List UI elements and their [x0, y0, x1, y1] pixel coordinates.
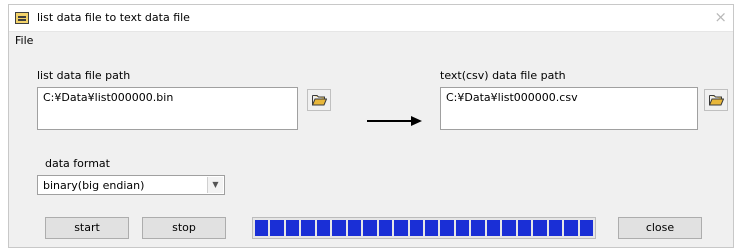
- source-path-label: list data file path: [37, 69, 131, 82]
- start-button[interactable]: start: [45, 217, 129, 239]
- right-arrow-icon: [367, 116, 422, 126]
- close-icon[interactable]: ×: [714, 8, 727, 26]
- source-browse-button[interactable]: [307, 89, 331, 111]
- dest-browse-button[interactable]: [704, 89, 728, 111]
- progress-segment: [332, 220, 346, 236]
- progress-segment: [517, 220, 532, 236]
- app-icon: [15, 12, 29, 24]
- dest-path-value: C:¥Data¥list000000.csv: [446, 91, 578, 104]
- progress-bar: [252, 217, 596, 239]
- progress-segment: [564, 220, 578, 236]
- progress-segment: [255, 220, 269, 236]
- menu-bar: File: [9, 32, 733, 50]
- progress-segment: [285, 220, 300, 236]
- dest-path-label: text(csv) data file path: [440, 69, 566, 82]
- folder-open-icon: [709, 95, 724, 106]
- progress-segment: [394, 220, 408, 236]
- data-format-value: binary(big endian): [43, 179, 145, 192]
- progress-segment: [502, 220, 516, 236]
- progress-segment: [409, 220, 423, 236]
- data-format-select[interactable]: binary(big endian) ▼: [37, 175, 225, 195]
- app-window: list data file to text data file × File …: [8, 4, 734, 248]
- progress-segment: [378, 220, 393, 236]
- chevron-down-icon[interactable]: ▼: [207, 177, 223, 193]
- progress-segment: [471, 220, 485, 236]
- progress-segment: [424, 220, 439, 236]
- progress-segment: [548, 220, 563, 236]
- progress-segment: [347, 220, 362, 236]
- source-path-field[interactable]: C:¥Data¥list000000.bin: [37, 87, 298, 130]
- source-path-value: C:¥Data¥list000000.bin: [43, 91, 174, 104]
- window-title: list data file to text data file: [37, 11, 190, 24]
- progress-segment: [579, 220, 593, 236]
- progress-segment: [440, 220, 454, 236]
- close-button[interactable]: close: [618, 217, 702, 239]
- progress-segment: [533, 220, 547, 236]
- title-bar: list data file to text data file ×: [9, 5, 733, 32]
- menu-file[interactable]: File: [15, 34, 33, 47]
- progress-segment: [363, 220, 377, 236]
- progress-segment: [301, 220, 315, 236]
- folder-open-icon: [312, 95, 327, 106]
- progress-segment: [270, 220, 284, 236]
- progress-segment: [455, 220, 470, 236]
- data-format-label: data format: [45, 157, 110, 170]
- progress-segment: [316, 220, 331, 236]
- progress-fill: [255, 220, 593, 236]
- progress-segment: [486, 220, 501, 236]
- dest-path-field[interactable]: C:¥Data¥list000000.csv: [440, 87, 698, 130]
- stop-button[interactable]: stop: [142, 217, 226, 239]
